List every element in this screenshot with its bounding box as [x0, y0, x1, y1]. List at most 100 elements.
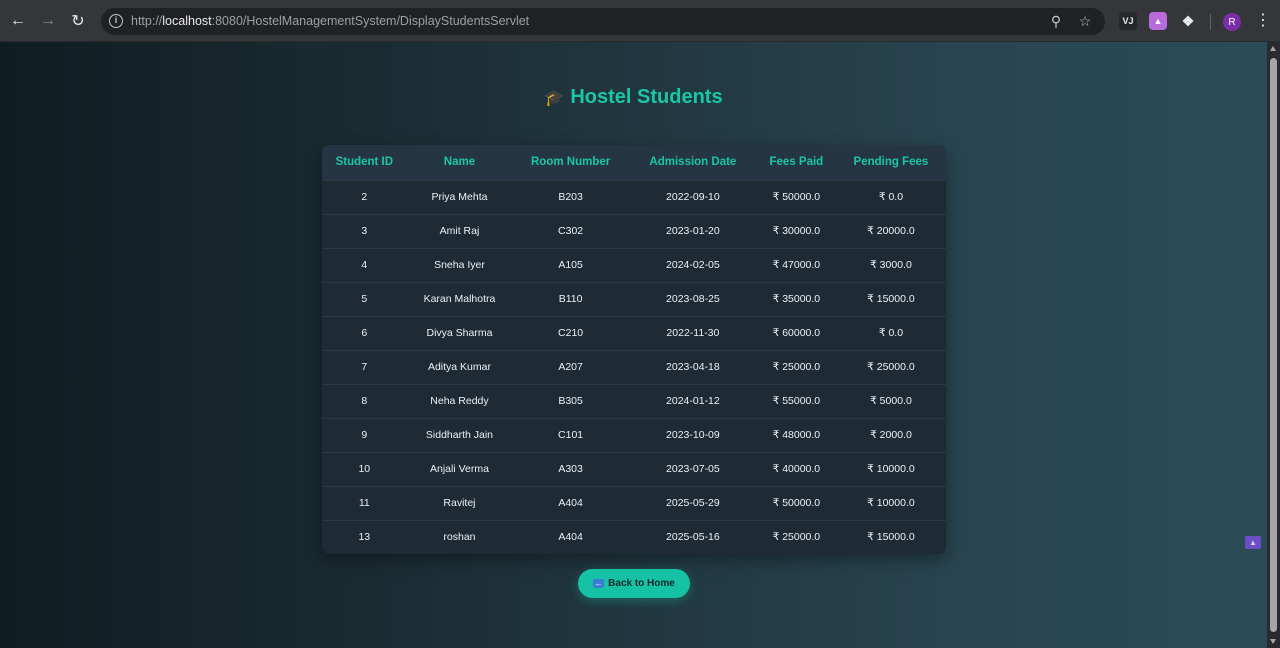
- cell-student-id: 8: [361, 395, 368, 407]
- floating-extension-icon[interactable]: ▲: [1245, 536, 1261, 549]
- cell-fees-paid: ₹ 55000.0: [772, 395, 821, 407]
- scrollbar-thumb[interactable]: [1270, 58, 1277, 632]
- cell-pending-fees: ₹ 10000.0: [867, 463, 915, 475]
- page-title-text: Hostel Students: [570, 86, 723, 108]
- cell-fees-paid: ₹ 35000.0: [772, 293, 821, 305]
- cell-admission-date: 2023-08-25: [666, 293, 720, 305]
- cell-pending-fees: ₹ 0.0: [878, 191, 904, 203]
- url-host: localhost: [162, 14, 212, 28]
- table-row: 3 Amit Raj C302 2023-01-20 ₹ 30000.0 ₹ 2…: [322, 214, 946, 248]
- cell-admission-date: 2023-01-20: [666, 225, 720, 237]
- cell-student-id: 7: [361, 361, 368, 373]
- cell-student-id: 9: [361, 429, 368, 441]
- cell-pending-fees: ₹ 15000.0: [867, 293, 915, 305]
- graduation-cap-icon: 🎓: [544, 90, 565, 107]
- cell-room: C210: [558, 327, 584, 339]
- header-admission-date: Admission Date: [649, 156, 737, 169]
- header-name: Name: [443, 156, 476, 169]
- cell-room: C302: [558, 225, 584, 237]
- scroll-up-arrow-icon[interactable]: [1270, 46, 1276, 51]
- cell-admission-date: 2025-05-29: [666, 497, 720, 509]
- table-row: 7 Aditya Kumar A207 2023-04-18 ₹ 25000.0…: [322, 350, 946, 384]
- page-title: 🎓 Hostel Students: [0, 86, 1267, 109]
- cell-student-id: 3: [361, 225, 368, 237]
- cell-name: Priya Mehta: [431, 191, 488, 203]
- table-row: 9 Siddharth Jain C101 2023-10-09 ₹ 48000…: [322, 418, 946, 452]
- cell-pending-fees: ₹ 25000.0: [867, 361, 915, 373]
- back-to-home-button[interactable]: ← Back to Home: [578, 569, 690, 598]
- cell-fees-paid: ₹ 60000.0: [772, 327, 821, 339]
- scroll-down-arrow-icon[interactable]: [1270, 639, 1276, 644]
- cell-name: Divya Sharma: [426, 327, 493, 339]
- cell-admission-date: 2023-04-18: [666, 361, 720, 373]
- address-bar[interactable]: i http://localhost:8080/HostelManagement…: [101, 8, 1105, 35]
- cell-room: B305: [558, 395, 583, 407]
- back-to-home-label: Back to Home: [608, 578, 675, 589]
- cell-room: A207: [558, 361, 583, 373]
- profile-avatar[interactable]: R: [1223, 13, 1241, 31]
- cell-name: Amit Raj: [439, 225, 480, 237]
- cell-admission-date: 2022-11-30: [666, 327, 720, 339]
- cell-admission-date: 2024-01-12: [666, 395, 720, 407]
- cell-fees-paid: ₹ 25000.0: [772, 361, 821, 373]
- table-row: 2 Priya Mehta B203 2022-09-10 ₹ 50000.0 …: [322, 180, 946, 214]
- cell-pending-fees: ₹ 20000.0: [867, 225, 915, 237]
- cell-student-id: 5: [361, 293, 368, 305]
- students-table-container: Student ID Name Room Number Admission Da…: [322, 145, 946, 554]
- browser-toolbar: ← → ↻ i http://localhost:8080/HostelMana…: [0, 0, 1280, 42]
- back-arrow-icon[interactable]: ←: [4, 7, 32, 35]
- cell-pending-fees: ₹ 5000.0: [870, 395, 912, 407]
- cell-admission-date: 2023-10-09: [666, 429, 720, 441]
- site-info-icon[interactable]: i: [109, 14, 123, 28]
- cell-fees-paid: ₹ 40000.0: [772, 463, 821, 475]
- table-header-row: Student ID Name Room Number Admission Da…: [322, 145, 946, 180]
- cell-room: A404: [558, 497, 583, 509]
- cell-pending-fees: ₹ 0.0: [878, 327, 904, 339]
- page-content: 🎓 Hostel Students Student ID Name Room Nu…: [0, 42, 1267, 648]
- cell-name: Ravitej: [443, 497, 476, 509]
- vertical-scrollbar[interactable]: [1267, 42, 1280, 648]
- vj-extension-label: VJ: [1122, 16, 1134, 26]
- cell-name: Aditya Kumar: [427, 361, 491, 373]
- url-text[interactable]: http://localhost:8080/HostelManagementSy…: [131, 14, 529, 28]
- table-row: 11 Ravitej A404 2025-05-29 ₹ 50000.0 ₹ 1…: [322, 486, 946, 520]
- cell-fees-paid: ₹ 50000.0: [772, 191, 821, 203]
- purple-extension-icon[interactable]: ▲: [1149, 12, 1167, 30]
- cell-room: B110: [558, 293, 583, 305]
- students-table: Student ID Name Room Number Admission Da…: [322, 145, 946, 554]
- toolbar-divider: [1210, 14, 1211, 30]
- cell-room: C101: [558, 429, 584, 441]
- browser-menu-icon[interactable]: ⋮: [1255, 12, 1271, 30]
- table-row: 6 Divya Sharma C210 2022-11-30 ₹ 60000.0…: [322, 316, 946, 350]
- cell-admission-date: 2024-02-05: [666, 259, 720, 271]
- avatar-letter: R: [1228, 16, 1236, 28]
- cell-pending-fees: ₹ 15000.0: [867, 531, 915, 544]
- zoom-icon[interactable]: ⚲: [1047, 13, 1065, 30]
- cell-name: Siddharth Jain: [425, 429, 494, 441]
- url-scheme: http://: [131, 14, 163, 28]
- cell-pending-fees: ₹ 10000.0: [867, 497, 915, 509]
- url-path: :8080/HostelManagementSystem/DisplayStud…: [211, 14, 530, 28]
- cell-pending-fees: ₹ 3000.0: [870, 259, 912, 271]
- cell-room: B203: [558, 191, 583, 203]
- header-fees-paid: Fees Paid: [769, 156, 824, 169]
- header-room-number: Room Number: [530, 156, 611, 169]
- cell-fees-paid: ₹ 48000.0: [772, 429, 821, 441]
- back-arrow-emoji-icon: ←: [593, 579, 605, 588]
- cell-student-id: 2: [361, 191, 368, 203]
- cell-room: A303: [558, 463, 583, 475]
- reload-icon[interactable]: ↻: [64, 7, 92, 35]
- cell-admission-date: 2022-09-10: [666, 191, 720, 203]
- bookmark-star-icon[interactable]: ☆: [1076, 13, 1094, 30]
- vj-extension-icon[interactable]: VJ: [1119, 12, 1137, 30]
- table-row: 8 Neha Reddy B305 2024-01-12 ₹ 55000.0 ₹…: [322, 384, 946, 418]
- extensions-puzzle-icon[interactable]: ❖: [1179, 12, 1197, 30]
- header-student-id: Student ID: [335, 156, 394, 169]
- cell-fees-paid: ₹ 47000.0: [772, 259, 821, 271]
- table-row: 4 Sneha Iyer A105 2024-02-05 ₹ 47000.0 ₹…: [322, 248, 946, 282]
- cell-name: Sneha Iyer: [434, 259, 485, 271]
- cell-fees-paid: ₹ 25000.0: [772, 531, 821, 544]
- cell-student-id: 10: [358, 463, 371, 475]
- cell-name: Neha Reddy: [430, 395, 489, 407]
- forward-arrow-icon[interactable]: →: [34, 7, 62, 35]
